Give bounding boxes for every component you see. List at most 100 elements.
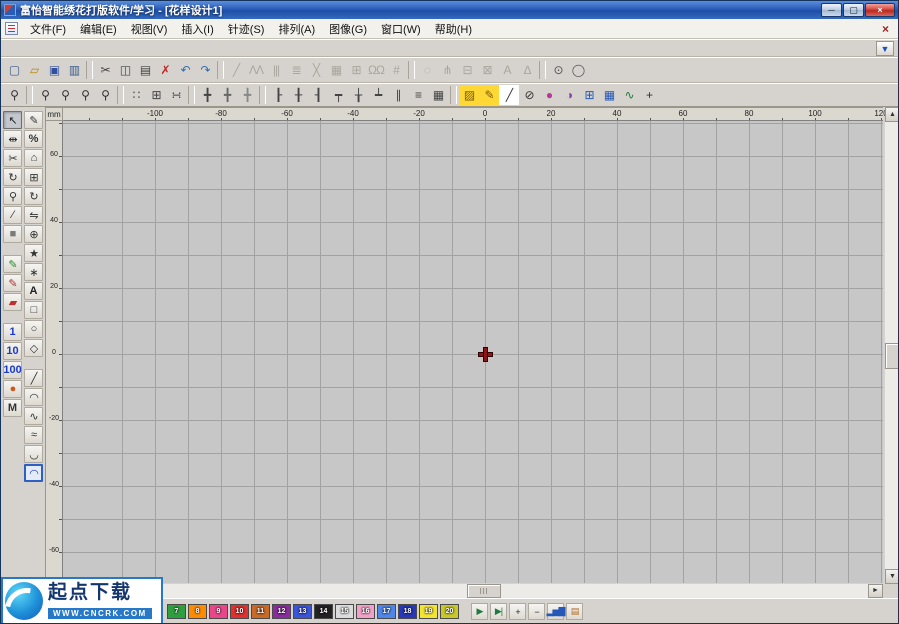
- vertical-scroll-thumb[interactable]: [885, 343, 899, 369]
- document-icon[interactable]: [5, 22, 18, 35]
- color-swatch-19[interactable]: 19: [419, 604, 438, 619]
- zoom-actual-button[interactable]: ⚲: [75, 85, 95, 105]
- zigzag-mode-button[interactable]: M: [3, 399, 22, 417]
- center-design-button[interactable]: ╋: [237, 85, 257, 105]
- menu-window[interactable]: 窗口(W): [374, 18, 428, 40]
- color-sort-button[interactable]: ●: [539, 85, 559, 105]
- scroll-up-button[interactable]: ▲: [885, 107, 899, 122]
- menu-arrange[interactable]: 排列(A): [271, 18, 322, 40]
- sequin-outline-button[interactable]: ◯: [568, 60, 588, 80]
- array-copy-button[interactable]: ▦: [428, 85, 448, 105]
- zoom-tool[interactable]: ⚲: [3, 187, 22, 205]
- applique-button[interactable]: ⊠: [477, 60, 497, 80]
- align-right-button[interactable]: ┨: [308, 85, 328, 105]
- color-swatch-7[interactable]: 7: [167, 604, 186, 619]
- redo-button[interactable]: ↷: [195, 60, 215, 80]
- color-swatch-20[interactable]: 20: [440, 604, 459, 619]
- sequin-button[interactable]: ⊙: [548, 60, 568, 80]
- grid-stitch-button[interactable]: ⊞: [346, 60, 366, 80]
- knife-button[interactable]: ╱: [499, 85, 519, 105]
- zigzag-stitch-button[interactable]: ΛΛ: [246, 60, 266, 80]
- align-bottom-button[interactable]: ┷: [368, 85, 388, 105]
- grid-settings-button[interactable]: ∷: [126, 85, 146, 105]
- menu-image[interactable]: 图像(G): [322, 18, 374, 40]
- scroll-right-button[interactable]: ►: [868, 584, 883, 598]
- align-left-button[interactable]: ┠: [268, 85, 288, 105]
- color-swatch-9[interactable]: 9: [209, 604, 228, 619]
- color-swatch-8[interactable]: 8: [188, 604, 207, 619]
- color-swatch-14[interactable]: 14: [314, 604, 333, 619]
- open-curve-tool[interactable]: ◡: [24, 445, 43, 463]
- menu-view[interactable]: 视图(V): [124, 18, 175, 40]
- align-center-button[interactable]: ╂: [288, 85, 308, 105]
- scroll-down-button[interactable]: ▼: [885, 569, 899, 584]
- stitch-list-button[interactable]: ▤: [566, 603, 583, 620]
- menu-stitch[interactable]: 针迹(S): [221, 18, 272, 40]
- delete-button[interactable]: ✗: [155, 60, 175, 80]
- globe-tool[interactable]: ⊕: [24, 225, 43, 243]
- open-button[interactable]: ▱: [24, 60, 44, 80]
- align-top-button[interactable]: ┯: [328, 85, 348, 105]
- arc-tool[interactable]: ◠: [24, 388, 43, 406]
- zoom-in-button[interactable]: ⚲: [35, 85, 55, 105]
- menu-insert[interactable]: 插入(I): [174, 18, 220, 40]
- color-swatch-12[interactable]: 12: [272, 604, 291, 619]
- remove-overlap-button[interactable]: ⊘: [519, 85, 539, 105]
- node-edit-tool[interactable]: ✎: [24, 111, 43, 129]
- close-button[interactable]: ×: [865, 3, 895, 17]
- cross-stitch-button[interactable]: ╳: [306, 60, 326, 80]
- color-swatch-17[interactable]: 17: [377, 604, 396, 619]
- scale-tool[interactable]: %: [24, 130, 43, 148]
- digitize-satin-tool[interactable]: ✎: [3, 274, 22, 292]
- pattern-fill-tool[interactable]: ⊞: [24, 168, 43, 186]
- current-color-box[interactable]: ■: [3, 225, 22, 243]
- monogram-button[interactable]: ∆: [517, 60, 537, 80]
- save-button[interactable]: ▣: [44, 60, 64, 80]
- tatami-stitch-button[interactable]: ▦: [326, 60, 346, 80]
- space-evenly-h-button[interactable]: ∥: [388, 85, 408, 105]
- horizontal-scrollbar[interactable]: ◄ ►: [63, 584, 883, 598]
- simulate-next-button[interactable]: ▶|: [490, 603, 507, 620]
- curve-tool[interactable]: ∿: [24, 407, 43, 425]
- color-swatch-18[interactable]: 18: [398, 604, 417, 619]
- move-design-button[interactable]: ╋: [217, 85, 237, 105]
- paste-button[interactable]: ▤: [135, 60, 155, 80]
- knife-tool[interactable]: ∕: [3, 206, 22, 224]
- mirror-tool[interactable]: ⇋: [24, 206, 43, 224]
- contour-stitch-button[interactable]: ◌: [417, 60, 437, 80]
- stamp-tool[interactable]: ⌂: [24, 149, 43, 167]
- run-stitch-button[interactable]: ╱: [226, 60, 246, 80]
- menu-help[interactable]: 帮助(H): [428, 18, 479, 40]
- simulate-play-button[interactable]: ▶: [471, 603, 488, 620]
- fill-stitch-button[interactable]: ≣: [286, 60, 306, 80]
- add-tool-button[interactable]: +: [639, 85, 659, 105]
- color-swatch-16[interactable]: 16: [356, 604, 375, 619]
- step-10-button[interactable]: 10: [3, 342, 22, 360]
- color-swatch-11[interactable]: 11: [251, 604, 270, 619]
- snap-grid-button[interactable]: ⊞: [146, 85, 166, 105]
- stitch-chart-button[interactable]: ▂▅▇: [547, 603, 564, 620]
- zoom-fit-button[interactable]: ⚲: [95, 85, 115, 105]
- undo-button[interactable]: ↶: [175, 60, 195, 80]
- copy-button[interactable]: ◫: [115, 60, 135, 80]
- rectangle-tool[interactable]: □: [24, 301, 43, 319]
- horizontal-scroll-thumb[interactable]: [467, 584, 501, 598]
- zoom-out-button[interactable]: ⚲: [55, 85, 75, 105]
- space-evenly-v-button[interactable]: ≡: [408, 85, 428, 105]
- toolbar-options-button[interactable]: ▼: [876, 41, 894, 56]
- cut-tool[interactable]: ✂: [3, 149, 22, 167]
- color-swatch-15[interactable]: 15: [335, 604, 354, 619]
- speed-minus-button[interactable]: −: [528, 603, 545, 620]
- freehand-tool[interactable]: ≈: [24, 426, 43, 444]
- zoom-window-button[interactable]: ⚲: [4, 85, 24, 105]
- background-image-button[interactable]: ▦: [599, 85, 619, 105]
- motif-stitch-button[interactable]: ΩΩ: [366, 60, 386, 80]
- select-tool[interactable]: ↖: [3, 111, 22, 129]
- document-close-button[interactable]: ×: [877, 22, 894, 36]
- design-canvas[interactable]: [63, 121, 883, 583]
- three-point-arc-tool[interactable]: ◠: [24, 464, 43, 482]
- minimize-button[interactable]: ─: [821, 3, 842, 17]
- new-button[interactable]: ▢: [4, 60, 24, 80]
- lettering-button[interactable]: A: [497, 60, 517, 80]
- star-tool[interactable]: ★: [24, 244, 43, 262]
